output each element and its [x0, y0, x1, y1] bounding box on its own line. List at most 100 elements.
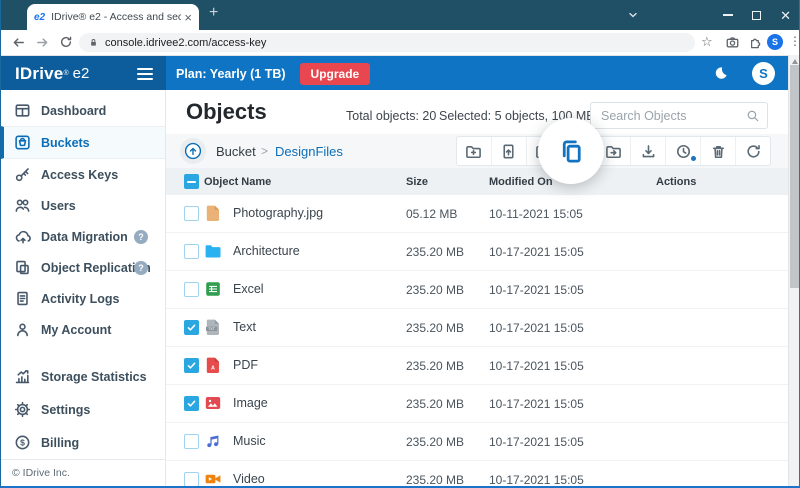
- excel-file-icon: [204, 280, 222, 298]
- object-name[interactable]: Text: [233, 320, 256, 334]
- row-checkbox[interactable]: [184, 472, 199, 487]
- sidebar-item-settings[interactable]: Settings: [1, 393, 165, 426]
- create-folder-button[interactable]: [457, 137, 491, 165]
- sidebar-item-my-account[interactable]: My Account: [1, 314, 165, 345]
- lock-icon: [88, 37, 99, 48]
- delete-button[interactable]: [700, 137, 735, 165]
- sidebar-item-dashboard[interactable]: Dashboard: [1, 95, 165, 126]
- address-bar[interactable]: console.idrivee2.com/access-key: [79, 33, 695, 52]
- object-size: 235.20 MB: [406, 321, 464, 335]
- object-name[interactable]: Architecture: [233, 244, 300, 258]
- versions-button[interactable]: [665, 137, 700, 165]
- download-button[interactable]: [630, 137, 665, 165]
- object-name[interactable]: Image: [233, 396, 268, 410]
- object-name[interactable]: PDF: [233, 358, 258, 372]
- scrollbar-thumb[interactable]: [790, 65, 800, 288]
- reload-icon[interactable]: [59, 35, 73, 49]
- object-size: 235.20 MB: [406, 435, 464, 449]
- column-header-size[interactable]: Size: [406, 176, 428, 188]
- minimize-button[interactable]: [723, 14, 733, 16]
- table-row[interactable]: Music235.20 MB10-17-2021 15:05: [166, 423, 788, 461]
- tab-search-chevron-icon[interactable]: [627, 9, 639, 21]
- new-tab-button[interactable]: +: [209, 5, 218, 21]
- object-size: 235.20 MB: [406, 283, 464, 297]
- sidebar-item-access-keys[interactable]: Access Keys: [1, 159, 165, 190]
- browser-profile-avatar[interactable]: S: [767, 34, 783, 50]
- camera-icon[interactable]: [725, 35, 740, 50]
- sidebar-item-billing[interactable]: $Billing: [1, 426, 165, 459]
- object-name[interactable]: Photography.jpg: [233, 206, 323, 220]
- tab-title: IDrive® e2 - Access and secret ke: [51, 11, 181, 23]
- row-checkbox[interactable]: [184, 282, 199, 297]
- row-checkbox[interactable]: [184, 396, 199, 411]
- browser-titlebar: e2 IDrive® e2 - Access and secret ke × +…: [1, 0, 799, 30]
- sidebar-item-users[interactable]: Users: [1, 190, 165, 221]
- scrollbar-up-arrow-icon[interactable]: [792, 59, 798, 64]
- column-header-modified[interactable]: Modified On: [489, 176, 553, 188]
- favicon-icon: e2: [34, 12, 45, 23]
- table-header: Object Name Size Modified On Actions: [166, 168, 788, 195]
- upload-file-button[interactable]: [491, 137, 526, 165]
- sidebar-item-data-migration[interactable]: Data Migration?: [1, 221, 165, 252]
- app-header: IDrive® e2 Plan: Yearly (1 TB) Upgrade S: [1, 56, 799, 91]
- object-name[interactable]: Excel: [233, 282, 264, 296]
- breadcrumb-root[interactable]: Bucket: [216, 144, 256, 159]
- help-icon[interactable]: ?: [134, 261, 148, 275]
- music-file-icon: [204, 432, 222, 450]
- select-all-checkbox[interactable]: [184, 174, 199, 189]
- page-scrollbar[interactable]: [788, 55, 800, 488]
- refresh-button[interactable]: [735, 137, 770, 165]
- column-header-actions: Actions: [656, 176, 696, 188]
- hamburger-menu-icon[interactable]: [137, 68, 153, 80]
- txt-file-icon: TXT: [204, 318, 222, 336]
- table-row[interactable]: Image235.20 MB10-17-2021 15:05: [166, 385, 788, 423]
- row-checkbox[interactable]: [184, 358, 199, 373]
- svg-text:$: $: [20, 438, 25, 448]
- column-header-name[interactable]: Object Name: [204, 176, 271, 188]
- total-objects-label: Total objects: 20: [346, 109, 436, 123]
- table-row[interactable]: TXTText235.20 MB10-17-2021 15:05: [166, 309, 788, 347]
- folder-right-icon: [605, 143, 622, 160]
- sidebar-item-object-replication[interactable]: Object Replication?: [1, 252, 165, 283]
- tab-close-icon[interactable]: ×: [184, 11, 192, 24]
- breadcrumb-current[interactable]: DesignFiles: [275, 144, 343, 159]
- dark-mode-moon-icon[interactable]: [713, 65, 729, 81]
- search-input[interactable]: [590, 102, 768, 129]
- table-row[interactable]: Excel235.20 MB10-17-2021 15:05: [166, 271, 788, 309]
- table-row[interactable]: APDF235.20 MB10-17-2021 15:05: [166, 347, 788, 385]
- go-up-button[interactable]: [180, 138, 206, 164]
- extensions-puzzle-icon[interactable]: [749, 35, 763, 49]
- copy-button-highlighted[interactable]: [538, 118, 604, 184]
- video-file-icon: [204, 470, 222, 488]
- folder-file-icon: [204, 242, 222, 260]
- row-checkbox[interactable]: [184, 206, 199, 221]
- maximize-button[interactable]: [752, 11, 761, 20]
- back-icon[interactable]: [11, 35, 26, 50]
- table-row[interactable]: Photography.jpg05.12 MB10-11-2021 15:05: [166, 195, 788, 233]
- app-logo[interactable]: IDrive® e2: [1, 56, 166, 91]
- sidebar-item-buckets[interactable]: Buckets: [1, 126, 165, 159]
- help-icon[interactable]: ?: [134, 230, 148, 244]
- sidebar-item-activity-logs[interactable]: Activity Logs: [1, 283, 165, 314]
- logo-suffix: e2: [73, 65, 90, 82]
- row-checkbox[interactable]: [184, 244, 199, 259]
- bookmark-star-icon[interactable]: ☆: [701, 35, 713, 51]
- row-checkbox[interactable]: [184, 434, 199, 449]
- jpg-file-icon: [204, 204, 222, 222]
- object-name[interactable]: Video: [233, 472, 265, 486]
- sidebar-item-storage-statistics[interactable]: Storage Statistics: [1, 360, 165, 393]
- object-name[interactable]: Music: [233, 434, 266, 448]
- upgrade-button[interactable]: Upgrade: [300, 63, 371, 85]
- bucket-icon: [14, 134, 31, 151]
- table-row[interactable]: Architecture235.20 MB10-17-2021 15:05: [166, 233, 788, 271]
- table-row[interactable]: Video235.20 MB10-17-2021 15:05: [166, 461, 788, 488]
- account-avatar[interactable]: S: [752, 62, 775, 85]
- plan-label: Plan: Yearly (1 TB): [176, 67, 286, 81]
- browser-menu-kebab-icon[interactable]: ⋮: [789, 34, 800, 48]
- row-checkbox[interactable]: [184, 320, 199, 335]
- object-size: 235.20 MB: [406, 397, 464, 411]
- window-close-button[interactable]: ✕: [780, 9, 791, 22]
- browser-tab[interactable]: e2 IDrive® e2 - Access and secret ke ×: [27, 4, 199, 30]
- forward-icon[interactable]: [35, 35, 50, 50]
- users-icon: [14, 197, 31, 214]
